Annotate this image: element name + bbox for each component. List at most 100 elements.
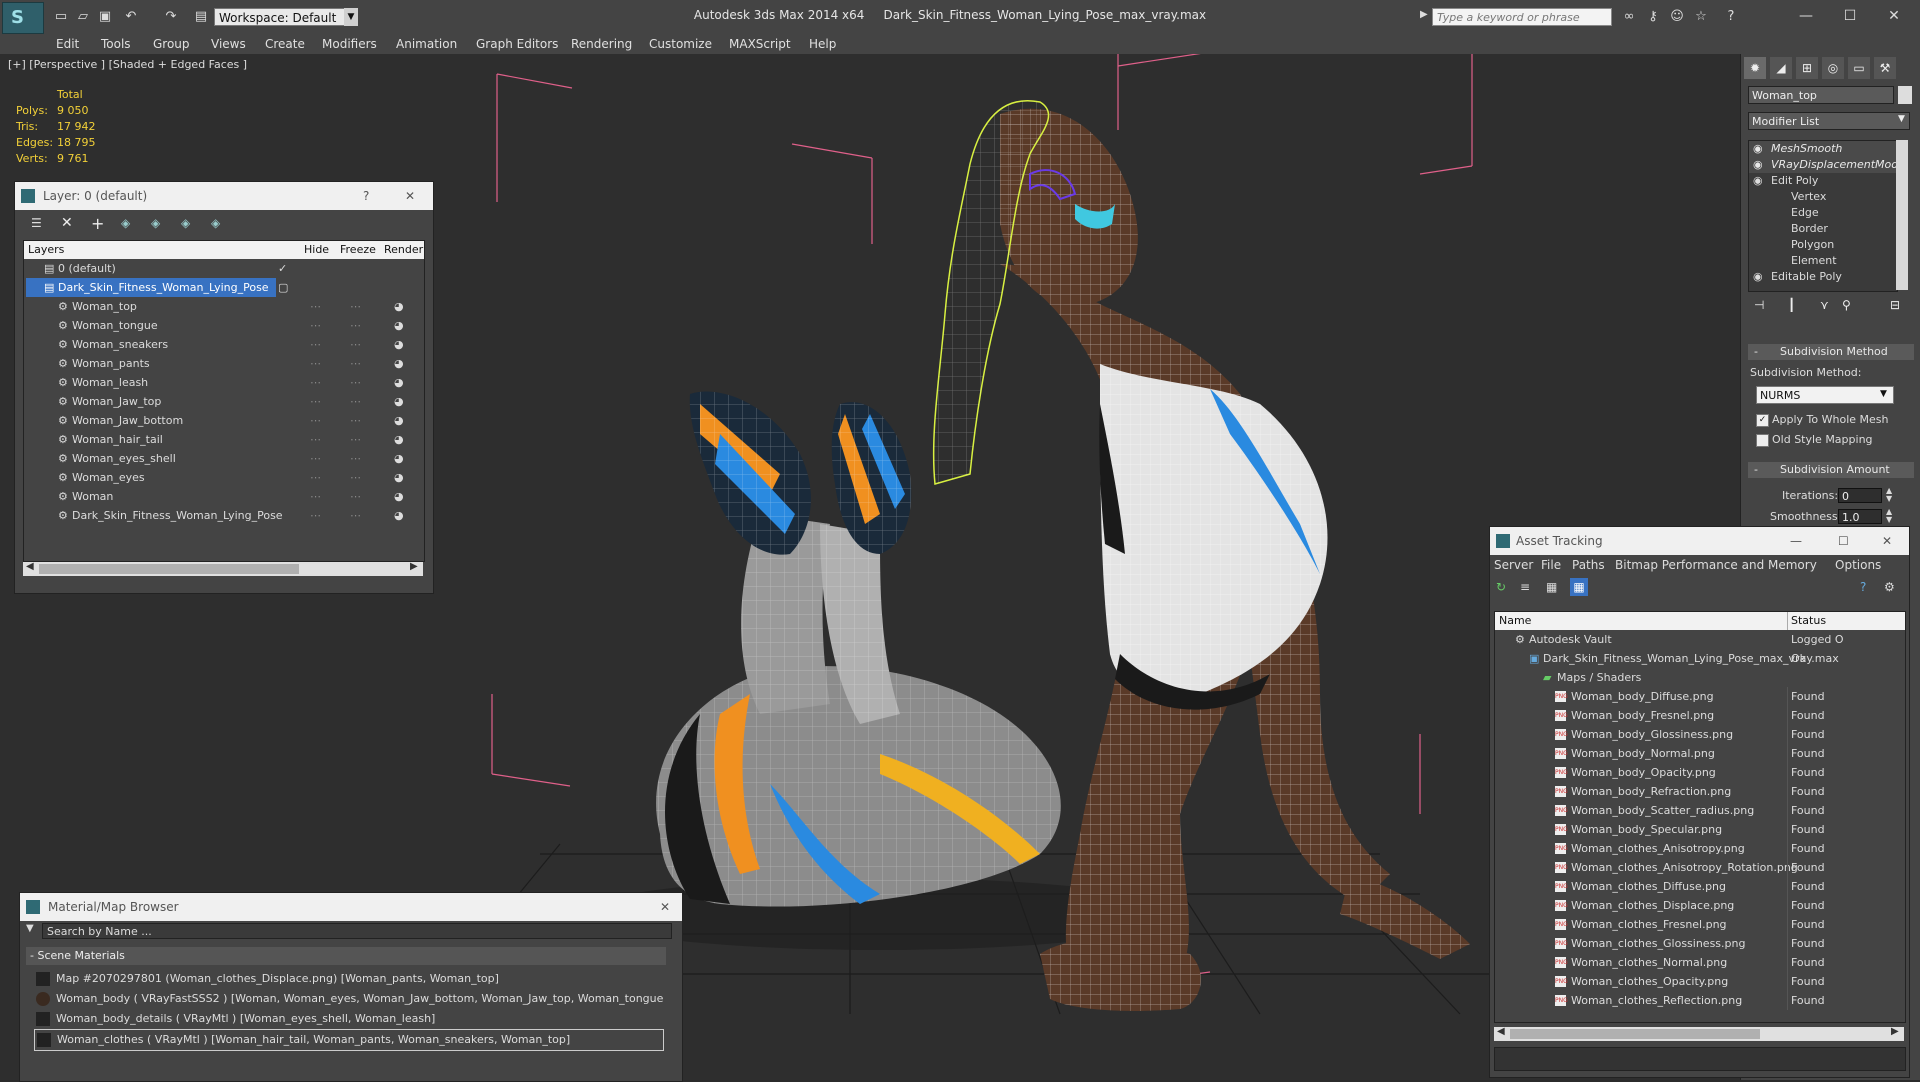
menu-graph-editors[interactable]: Graph Editors — [476, 34, 558, 54]
current-layer-icon[interactable]: ▢ — [278, 278, 288, 297]
freeze-all-icon[interactable]: ◈ — [211, 216, 220, 230]
layer-panel-titlebar[interactable]: Layer: 0 (default) ? ✕ — [15, 182, 433, 210]
hide-toggle-icon[interactable]: ⋯ — [310, 297, 321, 316]
close-icon[interactable]: ✕ — [660, 893, 670, 921]
hide-toggle-icon[interactable]: ⋯ — [310, 430, 321, 449]
close-icon[interactable]: ✕ — [405, 182, 415, 210]
menu-edit[interactable]: Edit — [56, 34, 79, 54]
material-item[interactable]: Map #2070297801 (Woman_clothes_Displace.… — [34, 969, 664, 989]
layer-object-row[interactable]: ⚙ Woman_Jaw_bottom ⋯ ⋯ ◕ — [24, 411, 424, 430]
render-teapot-icon[interactable]: ◕ — [394, 411, 404, 430]
spinner-arrows-icon[interactable]: ▲ ▼ — [1886, 487, 1892, 503]
subdivision-method-select[interactable]: NURMS — [1756, 386, 1894, 404]
freeze-toggle-icon[interactable]: ⋯ — [350, 316, 361, 335]
freeze-toggle-icon[interactable]: ⋯ — [350, 430, 361, 449]
layer-object-row[interactable]: ⚙ Woman_sneakers ⋯ ⋯ ◕ — [24, 335, 424, 354]
asset-map-row[interactable]: PNG Woman_clothes_Anisotropy_Rotation.png… — [1495, 858, 1905, 877]
checkmark-icon[interactable]: ✓ — [278, 259, 287, 278]
workspace-dropdown[interactable]: Workspace: Default — [214, 8, 354, 26]
freeze-toggle-icon[interactable]: ⋯ — [350, 468, 361, 487]
asset-map-row[interactable]: PNG Woman_clothes_Anisotropy.png Found — [1495, 839, 1905, 858]
freeze-toggle-icon[interactable]: ⋯ — [350, 392, 361, 411]
layer-row-selected[interactable]: ▤ Dark_Skin_Fitness_Woman_Lying_Pose ▢ — [24, 278, 424, 297]
hide-toggle-icon[interactable]: ⋯ — [310, 487, 321, 506]
object-color-swatch[interactable] — [1898, 86, 1912, 104]
render-teapot-icon[interactable]: ◕ — [394, 354, 404, 373]
asset-menu-server[interactable]: Server — [1494, 555, 1533, 575]
material-item[interactable]: Woman_body_details ( VRayMtl ) [Woman_ey… — [34, 1009, 664, 1029]
maximize-icon[interactable]: ☐ — [1838, 527, 1849, 555]
hide-toggle-icon[interactable]: ⋯ — [310, 392, 321, 411]
asset-map-row[interactable]: PNG Woman_clothes_Glossiness.png Found — [1495, 934, 1905, 953]
apply-whole-mesh-checkbox[interactable]: ✓ — [1756, 414, 1769, 427]
menu-customize[interactable]: Customize — [649, 34, 712, 54]
material-item[interactable]: Woman_body ( VRayFastSSS2 ) [Woman, Woma… — [34, 989, 664, 1009]
help-icon[interactable]: ? — [1860, 580, 1866, 594]
modifier-stack-item[interactable]: Vertex — [1749, 189, 1897, 205]
help-icon[interactable]: ? — [1722, 8, 1740, 26]
lightbulb-icon[interactable]: ◉ — [1753, 269, 1763, 285]
viewport-label[interactable]: [+] [Perspective ] [Shaded + Edged Faces… — [8, 58, 247, 71]
chevron-down-icon[interactable]: ▼ — [26, 923, 34, 934]
asset-map-row[interactable]: PNG Woman_clothes_Reflection.png Found — [1495, 991, 1905, 1010]
col-hide[interactable]: Hide — [304, 241, 329, 259]
freeze-toggle-icon[interactable]: ⋯ — [350, 506, 361, 525]
modify-tab-icon[interactable]: ◢ — [1770, 57, 1792, 79]
hide-toggle-icon[interactable]: ⋯ — [310, 354, 321, 373]
menu-modifiers[interactable]: Modifiers — [322, 34, 377, 54]
maximize-icon[interactable]: ☐ — [1828, 2, 1872, 30]
freeze-toggle-icon[interactable]: ⋯ — [350, 411, 361, 430]
freeze-toggle-icon[interactable]: ⋯ — [350, 487, 361, 506]
render-teapot-icon[interactable]: ◕ — [394, 430, 404, 449]
asset-map-row[interactable]: PNG Woman_body_Scatter_radius.png Found — [1495, 801, 1905, 820]
stack-scrollbar[interactable] — [1896, 140, 1908, 290]
chevron-down-icon[interactable]: ▼ — [344, 8, 358, 26]
subdivision-amount-rollout[interactable]: - Subdivision Amount — [1748, 462, 1914, 478]
new-file-icon[interactable]: ▭ — [52, 8, 70, 26]
pin-stack-icon[interactable]: ⊣ — [1754, 298, 1764, 312]
menu-maxscript[interactable]: MAXScript — [729, 34, 791, 54]
hide-toggle-icon[interactable]: ⋯ — [310, 373, 321, 392]
layer-object-row[interactable]: ⚙ Woman ⋯ ⋯ ◕ — [24, 487, 424, 506]
project-folder-icon[interactable]: ▤ — [192, 8, 210, 26]
modifier-stack-item[interactable]: ◉ MeshSmooth — [1749, 141, 1897, 157]
utilities-tab-icon[interactable]: ⚒ — [1874, 57, 1896, 79]
render-teapot-icon[interactable]: ◕ — [394, 468, 404, 487]
render-teapot-icon[interactable]: ◕ — [394, 487, 404, 506]
binoculars-icon[interactable]: ∞ — [1620, 8, 1638, 26]
refresh-icon[interactable]: ↻ — [1496, 580, 1506, 594]
render-teapot-icon[interactable]: ◕ — [394, 392, 404, 411]
menu-animation[interactable]: Animation — [396, 34, 457, 54]
lightbulb-icon[interactable]: ◉ — [1753, 157, 1763, 173]
highlight-icon[interactable]: ◈ — [151, 216, 160, 230]
layer-object-row[interactable]: ⚙ Woman_pants ⋯ ⋯ ◕ — [24, 354, 424, 373]
freeze-toggle-icon[interactable]: ⋯ — [350, 335, 361, 354]
freeze-toggle-icon[interactable]: ⋯ — [350, 449, 361, 468]
menu-group[interactable]: Group — [153, 34, 190, 54]
create-tab-icon[interactable]: ✹ — [1744, 57, 1766, 79]
asset-map-row[interactable]: PNG Woman_body_Glossiness.png Found — [1495, 725, 1905, 744]
select-objects-icon[interactable]: ◈ — [121, 216, 130, 230]
subdivision-method-rollout[interactable]: - Subdivision Method — [1748, 344, 1914, 360]
help-icon[interactable]: ? — [363, 182, 369, 210]
play-icon[interactable]: ▶ — [1420, 9, 1428, 20]
object-name-field[interactable]: Woman_top — [1748, 86, 1894, 104]
hierarchy-tab-icon[interactable]: ⊞ — [1796, 57, 1818, 79]
motion-tab-icon[interactable]: ◎ — [1822, 57, 1844, 79]
asset-map-row[interactable]: PNG Woman_clothes_Diffuse.png Found — [1495, 877, 1905, 896]
col-name[interactable]: Name — [1499, 612, 1531, 630]
modifier-stack-item[interactable]: Border — [1749, 221, 1897, 237]
material-item[interactable]: Woman_clothes ( VRayMtl ) [Woman_hair_ta… — [34, 1029, 664, 1051]
layer-object-row[interactable]: ⚙ Dark_Skin_Fitness_Woman_Lying_Pose ⋯ ⋯ ◕ — [24, 506, 424, 525]
col-status[interactable]: Status — [1791, 612, 1826, 630]
list-view-icon[interactable]: ≡ — [1520, 580, 1530, 594]
scrollbar-thumb[interactable] — [1510, 1029, 1760, 1039]
hide-toggle-icon[interactable]: ⋯ — [310, 335, 321, 354]
make-unique-icon[interactable]: ⋎ — [1820, 298, 1829, 312]
modifier-stack-item[interactable]: Edge — [1749, 205, 1897, 221]
search-input[interactable]: Type a keyword or phrase — [1432, 8, 1612, 26]
show-end-result-icon[interactable]: ┃ — [1788, 298, 1795, 312]
scrollbar-thumb[interactable] — [39, 564, 299, 574]
material-search-input[interactable]: Search by Name ... — [42, 923, 672, 939]
horizontal-scrollbar[interactable]: ◀ ▶ — [1494, 1026, 1904, 1041]
